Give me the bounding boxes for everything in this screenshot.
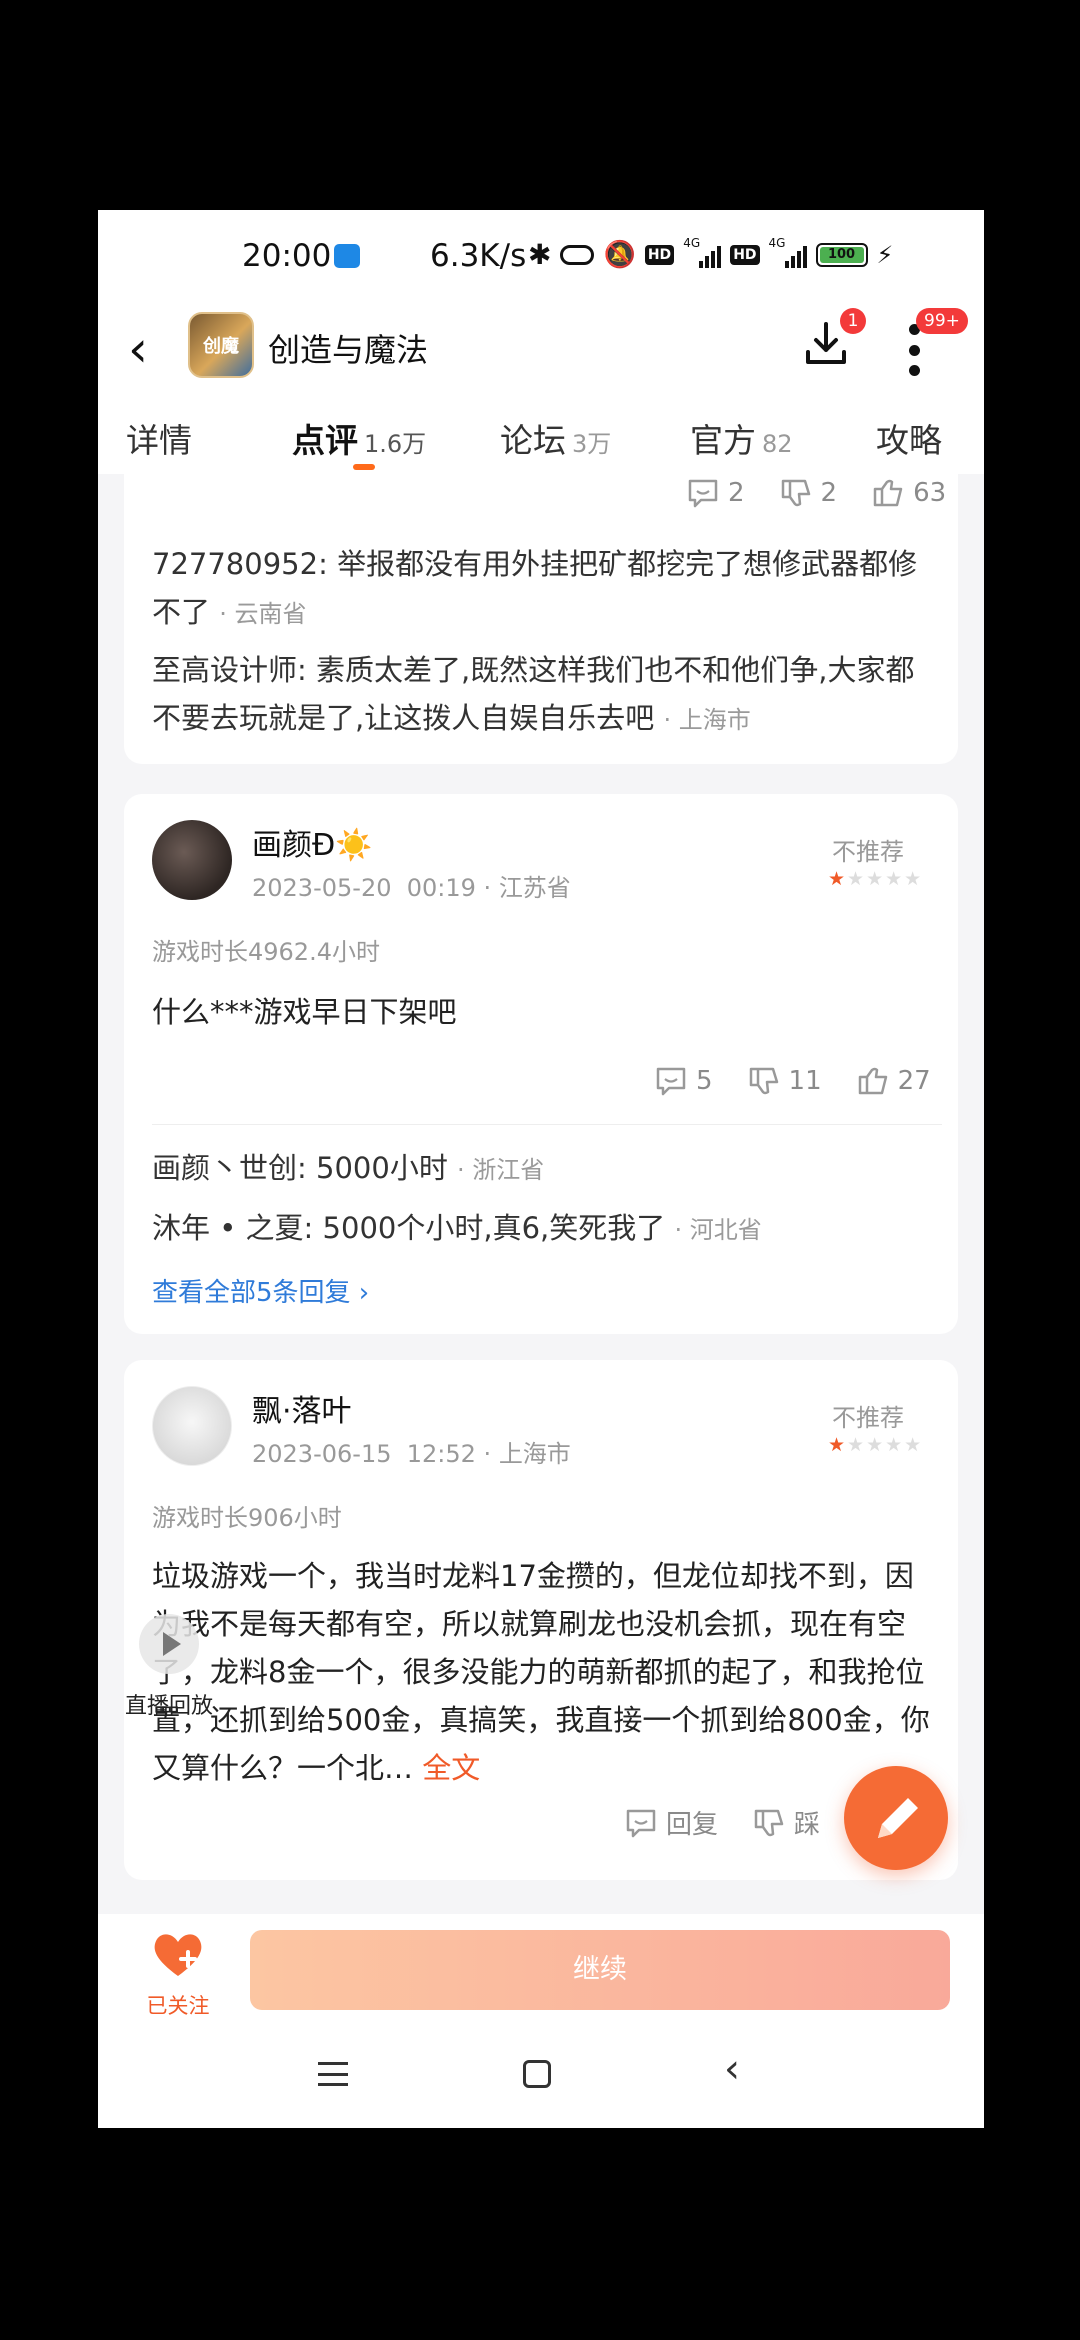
hd-icon: HD — [644, 245, 675, 265]
continue-button[interactable]: 继续 — [250, 1930, 950, 2010]
thumbs-down-icon — [781, 479, 810, 507]
avatar[interactable] — [152, 1386, 232, 1466]
like-button[interactable]: 63 — [871, 476, 946, 510]
phone-screen: 20:00 6.3K/s ✱ 🔕 HD 4G HD 4G 100 ⚡ ‹ 创魔 … — [98, 210, 984, 2128]
reply-item[interactable]: 画颜丶世创: 5000小时 · 浙江省 — [152, 1144, 942, 1194]
thumbs-down-icon — [749, 1067, 778, 1095]
review-text[interactable]: 垃圾游戏一个，我当时龙料17金攒的，但龙位却找不到，因为我不是每天都有空，所以就… — [152, 1552, 942, 1792]
divider — [152, 1124, 942, 1125]
comment-icon — [688, 479, 718, 508]
heart-plus-icon — [154, 1934, 202, 1976]
signal-icon-2: 4G — [769, 236, 807, 268]
thumbs-up-icon — [858, 1067, 887, 1095]
bottom-action-bar: 已关注 继续 — [98, 1914, 984, 2024]
hd-icon-2: HD — [730, 245, 760, 265]
recommendation-label: 不推荐 — [832, 838, 904, 866]
dislike-button[interactable]: 2 — [779, 476, 837, 510]
comment-icon — [656, 1067, 686, 1096]
play-icon — [139, 1614, 199, 1674]
tab-reviews[interactable]: 点评 1.6万 — [292, 414, 426, 462]
live-replay-button[interactable]: 直播回放 — [114, 1614, 224, 1734]
download-badge: 1 — [840, 308, 866, 334]
playtime: 游戏时长906小时 — [152, 1504, 342, 1532]
review-actions: 2 2 63 — [686, 476, 946, 510]
mute-icon: 🔕 — [603, 240, 636, 270]
thumbs-down-icon — [754, 1809, 784, 1836]
comment-button[interactable]: 2 — [686, 476, 745, 510]
view-all-replies-link[interactable]: 查看全部5条回复 › — [152, 1272, 369, 1309]
system-nav-bar: ‹ — [98, 2024, 984, 2128]
charging-icon: ⚡ — [876, 241, 894, 269]
live-replay-label: 直播回放 — [124, 1694, 213, 1719]
vibrate-icon — [560, 245, 595, 265]
tab-forum[interactable]: 论坛 3万 — [500, 414, 611, 462]
tab-details[interactable]: 详情 — [126, 414, 198, 462]
app-title: 创造与魔法 — [268, 331, 429, 369]
back-button[interactable]: ‹ — [128, 324, 148, 374]
review-meta: 2023-05-20 00:19 · 江苏省 — [252, 874, 571, 902]
recommendation-label: 不推荐 — [832, 1404, 904, 1432]
tab-guides[interactable]: 攻略 — [876, 414, 948, 462]
dislike-button[interactable]: 踩 — [752, 1804, 820, 1841]
playtime: 游戏时长4962.4小时 — [152, 938, 380, 966]
review-username[interactable]: 画颜Ð☀️ — [252, 820, 373, 864]
app-icon: 创魔 — [188, 312, 254, 378]
expand-full-text-link[interactable]: 全文 — [422, 1751, 480, 1785]
write-review-button[interactable] — [844, 1766, 948, 1870]
review-card: 2 2 63 727780952: 举报都没有用外挂把矿都挖完了想修武器都修不了… — [124, 474, 958, 764]
comment-button[interactable]: 5 — [654, 1064, 713, 1098]
star-rating: ★★★★★ — [828, 868, 924, 890]
menu-icon[interactable] — [318, 2062, 348, 2086]
reply-button[interactable]: 回复 — [624, 1804, 718, 1841]
reply-item[interactable]: 至高设计师: 素质太差了,既然这样我们也不和他们争,大家都不要去玩就是了,让这拨… — [152, 646, 942, 744]
status-time: 20:00 — [242, 238, 332, 274]
review-username[interactable]: 飘·落叶 — [252, 1386, 352, 1430]
reply-item[interactable]: 727780952: 举报都没有用外挂把矿都挖完了想修武器都修不了 · 云南省 — [152, 540, 942, 638]
review-card: 画颜Ð☀️ 2023-05-20 00:19 · 江苏省 不推荐 ★★★★★ 游… — [124, 794, 958, 1334]
screen-record-icon — [334, 244, 360, 268]
status-bar: 20:00 6.3K/s ✱ 🔕 HD 4G HD 4G 100 ⚡ — [98, 210, 984, 298]
pencil-icon — [878, 1798, 918, 1838]
dislike-button[interactable]: 11 — [747, 1064, 822, 1098]
status-icons: ✱ 🔕 HD 4G HD 4G 100 ⚡ — [528, 236, 894, 271]
signal-icon: 4G — [683, 236, 722, 268]
tab-bar: 详情 点评 1.6万 论坛 3万 官方 82 攻略 — [98, 398, 984, 474]
review-actions: 回复 踩 — [624, 1804, 820, 1841]
follow-button[interactable]: 已关注 — [138, 1928, 218, 2020]
star-rating: ★★★★★ — [828, 1434, 924, 1456]
review-text[interactable]: 什么***游戏早日下架吧 — [152, 988, 942, 1036]
avatar[interactable] — [152, 820, 232, 900]
reply-item[interactable]: 沐年 • 之夏: 5000个小时,真6,笑死我了 · 河北省 — [152, 1204, 942, 1254]
battery-icon: 100 — [815, 243, 868, 267]
active-tab-indicator — [353, 464, 375, 470]
review-meta: 2023-06-15 12:52 · 上海市 — [252, 1440, 571, 1468]
back-icon[interactable]: ‹ — [724, 2046, 740, 2092]
reviews-list[interactable]: 2 2 63 727780952: 举报都没有用外挂把矿都挖完了想修武器都修不了… — [98, 474, 984, 1914]
app-header: ‹ 创魔 创造与魔法 1 99+ — [98, 298, 984, 398]
review-card: 飘·落叶 2023-06-15 12:52 · 上海市 不推荐 ★★★★★ 游戏… — [124, 1360, 958, 1880]
review-actions: 5 11 27 — [654, 1064, 931, 1098]
follow-label: 已关注 — [146, 1994, 210, 2018]
tab-official[interactable]: 官方 82 — [690, 414, 793, 462]
home-icon[interactable] — [523, 2060, 551, 2088]
network-speed: 6.3K/s — [430, 238, 527, 274]
notification-badge: 99+ — [916, 308, 968, 334]
comment-icon — [626, 1809, 656, 1837]
bluetooth-icon: ✱ — [528, 238, 552, 271]
like-button[interactable]: 27 — [856, 1064, 931, 1098]
thumbs-up-icon — [873, 479, 903, 507]
